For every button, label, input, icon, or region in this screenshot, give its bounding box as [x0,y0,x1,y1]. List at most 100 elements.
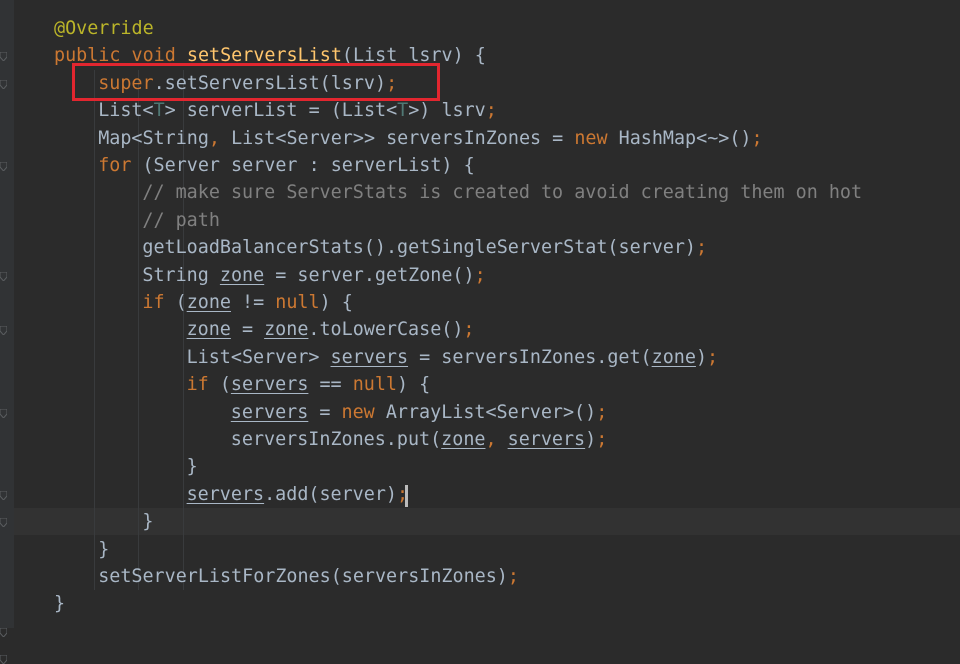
code-token: , [485,429,508,450]
code-line[interactable]: List<Server> servers = serversInZones.ge… [187,344,719,371]
code-token: List<Server>> serversInZones = [231,127,575,149]
fold-marker-icon[interactable] [0,79,7,89]
code-token: new [574,127,619,149]
code-token: HashMap [618,127,697,149]
code-token: ; [751,127,763,149]
code-line[interactable]: // make sure ServerStats is created to a… [142,179,862,206]
code-line[interactable]: public void setServersList(List lsrv) { [54,42,486,69]
code-token: .setServersList(lsrv) [153,72,387,94]
code-line[interactable]: serversInZones.put(zone, servers); [231,426,608,453]
code-token: servers [230,374,309,396]
fold-marker-icon[interactable] [0,162,7,171]
fold-marker-icon[interactable] [0,271,7,281]
code-token: == [308,374,353,396]
code-token: if [142,292,176,313]
code-line[interactable]: List<T> serverList = (List<T>) lsrv; [98,97,497,124]
code-token: serversInZones.put( [230,429,442,450]
code-line[interactable]: } [142,508,153,535]
code-token: null [352,374,397,396]
code-token: null [275,292,320,313]
code-line[interactable]: super.setServersList(lsrv); [98,70,397,97]
code-token: (Server server : serverList) { [142,155,475,176]
code-token: @Override [54,18,154,39]
code-token: ( [219,374,231,396]
text-caret [405,485,408,507]
code-token: ; [596,429,608,450]
code-line[interactable]: } [98,536,109,563]
code-token: ; [707,346,719,368]
code-token: setServersList [186,45,342,67]
code-token: zone [186,292,231,313]
code-token: T [153,100,165,122]
code-line[interactable]: if (zone != null) { [142,289,352,316]
code-token: .add(server) [264,483,397,505]
code-line[interactable]: @Override [54,15,154,42]
fold-marker-icon[interactable] [0,627,7,637]
code-line[interactable]: } [187,453,198,480]
code-token: for [98,155,143,176]
code-line[interactable]: String zone = server.getZone(); [142,262,485,289]
editor-gutter[interactable] [0,0,14,664]
code-token: zone [219,264,265,286]
code-token: servers [330,346,409,368]
code-token: } [98,538,110,560]
code-token: // make sure ServerStats is created to a… [142,182,863,204]
fold-marker-icon[interactable] [0,408,7,418]
code-line[interactable]: setServerListForZones(serversInZones); [98,563,519,590]
code-editor[interactable]: @Override public void setServersList(List… [0,0,960,664]
code-token: ArrayList<Server>() [385,401,597,423]
code-token: ; [485,100,497,122]
fold-marker-icon[interactable] [0,326,7,336]
code-line[interactable]: } [54,590,65,617]
code-token: zone [264,319,309,341]
code-area[interactable]: @Override public void setServersList(List… [14,0,960,628]
code-token: List<Server> [186,346,331,368]
code-token: ) { [319,292,353,313]
code-token: servers [230,401,309,423]
code-token: ; [386,72,398,94]
fold-marker-icon[interactable] [0,490,7,500]
code-token: ; [474,264,486,286]
fold-marker-icon[interactable] [0,518,7,528]
code-token: ) { [397,374,431,396]
code-token: if [186,374,220,396]
code-line[interactable]: // path [142,207,220,234]
code-token: super [98,72,154,94]
code-line[interactable]: getLoadBalancerStats().getSingleServerSt… [142,234,707,261]
code-token: String [142,264,220,286]
code-token: Map<String [98,127,209,149]
code-token: = [308,401,342,423]
code-token: > serverList = (List< [164,100,398,122]
code-line[interactable]: if (servers == null) { [187,371,431,398]
code-token: ; [596,401,608,423]
code-token: } [186,456,198,478]
code-token: ) [585,429,597,450]
code-token: // path [142,209,220,231]
code-token: = serversInZones.get( [408,346,652,368]
fold-marker-icon[interactable] [0,655,7,664]
code-line[interactable]: servers = new ArrayList<Server>(); [231,399,607,426]
fold-marker-icon[interactable] [0,52,7,62]
code-token: setServerListForZones(serversInZones) [98,566,508,587]
code-token: zone [186,319,231,341]
code-token: servers [507,429,586,450]
code-token: ) [695,346,708,368]
code-token: void [131,45,187,67]
code-token: servers [186,483,265,505]
code-line[interactable]: Map<String, List<Server>> serversInZones… [98,125,762,152]
code-token: <~> [696,127,730,149]
code-token: (List lsrv) { [341,45,486,67]
code-token: () [729,127,752,149]
current-line-highlight [14,508,960,536]
code-line[interactable]: zone = zone.toLowerCase(); [187,316,475,343]
code-line[interactable]: for (Server server : serverList) { [98,152,474,179]
code-token: } [54,593,66,615]
code-token: zone [651,346,696,368]
code-token: != [230,292,276,313]
code-token: List< [98,100,154,122]
code-token: ( [175,292,187,313]
code-line[interactable]: servers.add(server); [187,481,408,508]
code-token: = [230,319,265,341]
code-token: = server.getZone() [264,264,475,286]
indent-guide [94,69,96,591]
